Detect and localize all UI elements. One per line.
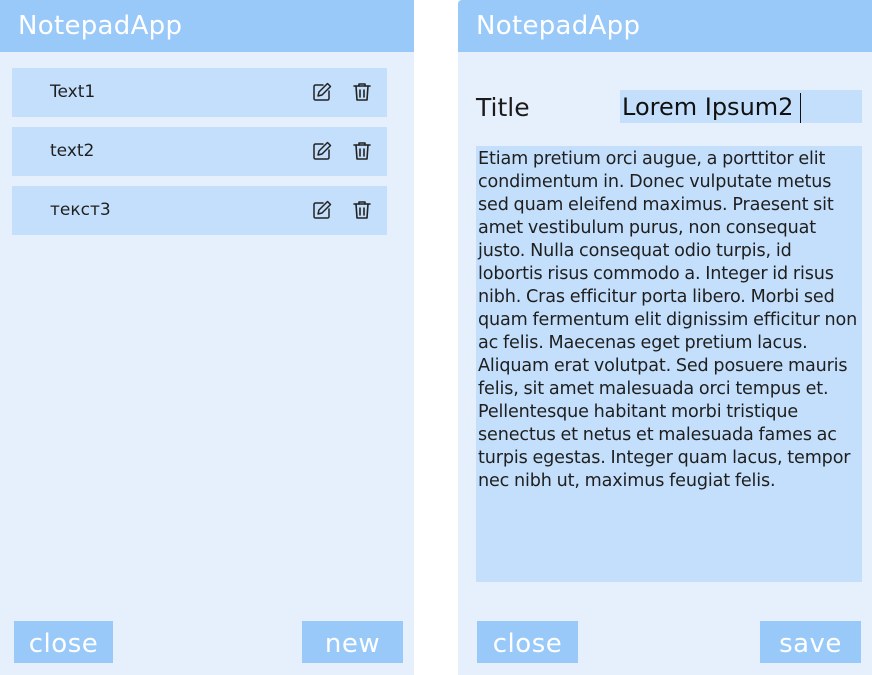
note-editor-panel: NotepadApp Title Etiam pretium orci augu…	[458, 0, 872, 675]
edit-icon[interactable]	[310, 139, 334, 163]
note-list-panel: NotepadApp Text1 text2 текст3 close new	[0, 0, 414, 675]
note-title: Text1	[50, 82, 96, 102]
note-body-textarea[interactable]: Etiam pretium orci augue, a porttitor el…	[476, 146, 862, 582]
note-list-item[interactable]: text2	[12, 127, 387, 176]
save-button[interactable]: save	[760, 621, 861, 663]
edit-icon[interactable]	[310, 198, 334, 222]
new-note-button[interactable]: new	[302, 621, 403, 663]
text-cursor	[800, 93, 801, 123]
trash-icon[interactable]	[350, 139, 374, 163]
close-button[interactable]: close	[14, 621, 113, 663]
title-label: Title	[476, 93, 530, 122]
title-input[interactable]	[620, 90, 862, 123]
close-button[interactable]: close	[477, 621, 578, 663]
note-list-item[interactable]: Text1	[12, 68, 387, 117]
note-title: текст3	[50, 200, 111, 220]
note-list-item[interactable]: текст3	[12, 186, 387, 235]
app-header: NotepadApp	[0, 0, 414, 52]
trash-icon[interactable]	[350, 80, 374, 104]
note-title: text2	[50, 141, 95, 161]
trash-icon[interactable]	[350, 198, 374, 222]
edit-icon[interactable]	[310, 80, 334, 104]
app-header: NotepadApp	[458, 0, 872, 52]
